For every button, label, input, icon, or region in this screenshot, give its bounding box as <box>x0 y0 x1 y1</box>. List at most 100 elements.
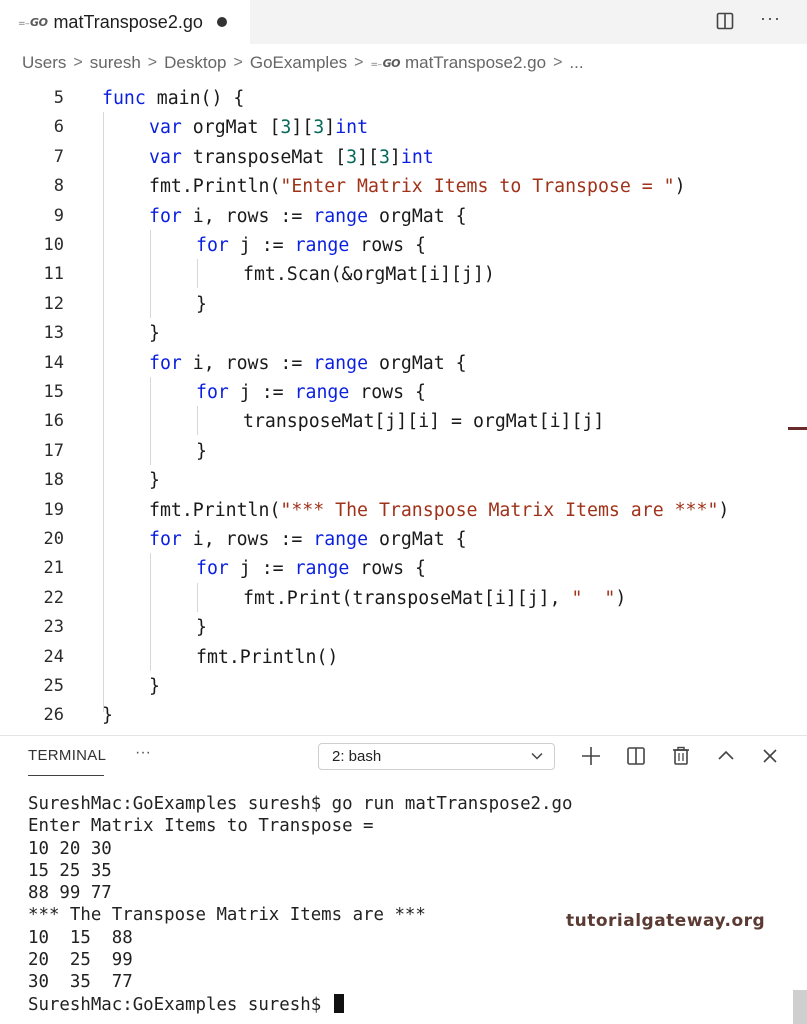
line-number: 18 <box>43 470 64 491</box>
keyword-token: range <box>294 558 350 580</box>
code-line: 23} <box>0 613 807 642</box>
code-token: transposeMat[j][i] = orgMat[i][j] <box>243 411 605 433</box>
code-token: } <box>149 323 160 345</box>
code-token: main() { <box>145 88 245 109</box>
code-line: 26} <box>0 701 807 730</box>
code-line: 16 transposeMat[j][i] = orgMat[i][j] <box>0 407 807 436</box>
terminal-scrollbar[interactable] <box>793 990 807 1024</box>
keyword-token: for <box>196 558 229 580</box>
code-line: 13} <box>0 319 807 348</box>
code-token: ][ <box>291 117 314 139</box>
terminal-line: SureshMac:GoExamples suresh$ go run matT… <box>28 794 573 814</box>
code-editor[interactable]: 5 func main() {6 var orgMat [3][3]int 7 var … <box>0 83 807 735</box>
keyword-token: for <box>149 529 182 550</box>
panel-more-icon[interactable]: ··· <box>135 744 151 762</box>
line-number: 13 <box>43 323 64 344</box>
chevron-right-icon: > <box>354 54 364 71</box>
keyword-token: int <box>400 146 434 168</box>
split-terminal-icon[interactable] <box>626 746 646 766</box>
code-token: rows { <box>349 235 426 256</box>
code-token: } <box>196 293 207 315</box>
terminal-line: 10 15 88 <box>28 927 133 948</box>
line-number: 26 <box>43 705 64 726</box>
tab-terminal[interactable]: TERMINAL <box>28 747 106 764</box>
breadcrumb-file[interactable]: matTranspose2.go <box>405 53 546 73</box>
active-tab-indicator <box>28 775 104 776</box>
go-file-icon: GO <box>18 16 48 29</box>
code-line: 10 for j := range rows { <box>0 231 807 260</box>
line-number: 21 <box>43 558 64 579</box>
code-text: for j := range rows { <box>196 378 426 407</box>
terminal-output[interactable]: SureshMac:GoExamples suresh$ go run matT… <box>28 793 572 1016</box>
code-token: fmt.Scan(&orgMat[i][j]) <box>243 264 495 286</box>
overview-ruler-marker <box>788 427 807 430</box>
terminal-cursor <box>333 993 344 1013</box>
line-number: 15 <box>43 382 64 402</box>
new-terminal-plus-icon[interactable] <box>581 746 601 766</box>
breadcrumb: Users > suresh > Desktop > GoExamples > … <box>22 50 584 76</box>
code-line: 20 for i, rows := range orgMat { <box>0 525 807 554</box>
string-token: "Enter Matrix Items to Transpose = " <box>280 176 675 198</box>
line-number: 22 <box>43 587 64 608</box>
chevron-right-icon: > <box>147 54 158 71</box>
line-number: 6 <box>53 117 64 138</box>
code-token: fmt.Println() <box>196 646 339 668</box>
code-line: 8 fmt.Println("Enter Matrix Items to Tran… <box>0 172 807 201</box>
line-number: 5 <box>53 88 64 108</box>
maximize-panel-chevron-up-icon[interactable] <box>716 746 736 766</box>
more-actions-icon[interactable]: ··· <box>760 8 781 29</box>
line-number: 9 <box>53 205 64 226</box>
keyword-token: range <box>313 529 369 550</box>
code-text: fmt.Println("Enter Matrix Items to Trans… <box>149 172 686 201</box>
code-token: rows { <box>349 558 426 580</box>
code-line: 12} <box>0 290 807 319</box>
line-number: 7 <box>53 146 64 167</box>
code-text: fmt.Scan(&orgMat[i][j]) <box>243 260 495 289</box>
code-text: } <box>149 319 160 348</box>
line-number: 16 <box>43 411 64 432</box>
breadcrumb-suresh[interactable]: suresh <box>90 53 141 73</box>
breadcrumb-symbol[interactable]: ... <box>569 53 583 73</box>
line-number: 12 <box>43 293 64 314</box>
line-number: 10 <box>43 235 64 255</box>
code-token: } <box>149 676 160 697</box>
code-line: 14 for i, rows := range orgMat { <box>0 349 807 378</box>
keyword-token: range <box>313 205 369 227</box>
code-line: 11 fmt.Scan(&orgMat[i][j]) <box>0 260 807 289</box>
code-token: ) <box>674 176 686 198</box>
unsaved-dot-icon[interactable] <box>216 17 227 27</box>
terminal-prompt-line: SureshMac:GoExamples suresh$ <box>28 993 572 1016</box>
code-text: fmt.Println() <box>196 643 338 672</box>
terminal-line: 15 25 35 <box>28 860 112 881</box>
breadcrumb-users[interactable]: Users <box>22 53 66 73</box>
breadcrumb-desktop[interactable]: Desktop <box>164 53 226 73</box>
code-token: } <box>102 705 113 727</box>
code-line: 22 fmt.Print(transposeMat[i][j], " ") <box>0 584 807 613</box>
string-token: "*** The Transpose Matrix Items are ***" <box>280 499 719 521</box>
code-text: fmt.Println("*** The Transpose Matrix It… <box>149 496 729 525</box>
line-number: 24 <box>43 646 64 667</box>
keyword-token: for <box>149 352 182 374</box>
chevron-right-icon: > <box>73 54 83 71</box>
line-number: 11 <box>43 264 64 285</box>
close-panel-icon[interactable] <box>760 746 780 766</box>
code-line: 19 fmt.Println("*** The Transpose Matrix … <box>0 496 807 525</box>
code-line: 5 func main() { <box>0 84 807 113</box>
code-text: for i, rows := range orgMat { <box>149 202 467 231</box>
line-number: 14 <box>43 352 64 373</box>
terminal-select[interactable]: 2: bash <box>318 743 555 770</box>
code-token: } <box>196 617 207 639</box>
watermark: tutorialgateway.org <box>566 911 766 931</box>
breadcrumb-goexamples[interactable]: GoExamples <box>250 53 347 73</box>
trash-icon[interactable] <box>671 746 691 766</box>
code-text: for i, rows := range orgMat { <box>149 349 467 378</box>
code-text: } <box>149 466 160 495</box>
terminal-prompt: SureshMac:GoExamples suresh$ <box>28 994 332 1015</box>
split-editor-icon[interactable] <box>716 12 734 30</box>
code-token: ) <box>615 587 627 609</box>
tab-mattranspose2[interactable]: GO matTranspose2.go <box>0 0 250 44</box>
code-text: } <box>196 290 207 319</box>
code-token: ] <box>324 117 336 139</box>
terminal-line: 88 99 77 <box>28 883 112 904</box>
code-token: fmt.Println( <box>149 176 281 198</box>
